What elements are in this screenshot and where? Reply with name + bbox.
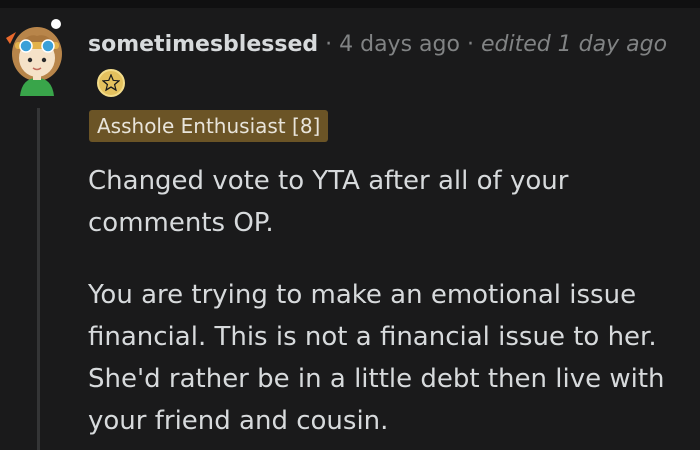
comment-body: Changed vote to YTA after all of your co… — [88, 160, 688, 450]
comment-header: sometimesblessed · 4 days ago · edited 1… — [88, 30, 667, 60]
comment-paragraph: You are trying to make an emotional issu… — [88, 280, 665, 436]
post-time[interactable]: 4 days ago — [339, 32, 460, 57]
avatar-icon — [6, 19, 62, 96]
comment-frame: sometimesblessed · 4 days ago · edited 1… — [0, 0, 700, 450]
edited-time: edited 1 day ago — [480, 32, 668, 57]
top-divider — [0, 0, 700, 8]
star-award-icon[interactable] — [96, 68, 126, 98]
user-flair: Asshole Enthusiast [8] — [89, 110, 329, 142]
separator: · — [466, 32, 474, 57]
comment-paragraph: Changed vote to YTA after all of your co… — [88, 166, 569, 238]
user-avatar[interactable] — [6, 16, 68, 96]
separator: · — [325, 32, 333, 57]
username-link[interactable]: sometimesblessed — [88, 32, 318, 57]
thread-collapse-line[interactable] — [37, 108, 40, 450]
